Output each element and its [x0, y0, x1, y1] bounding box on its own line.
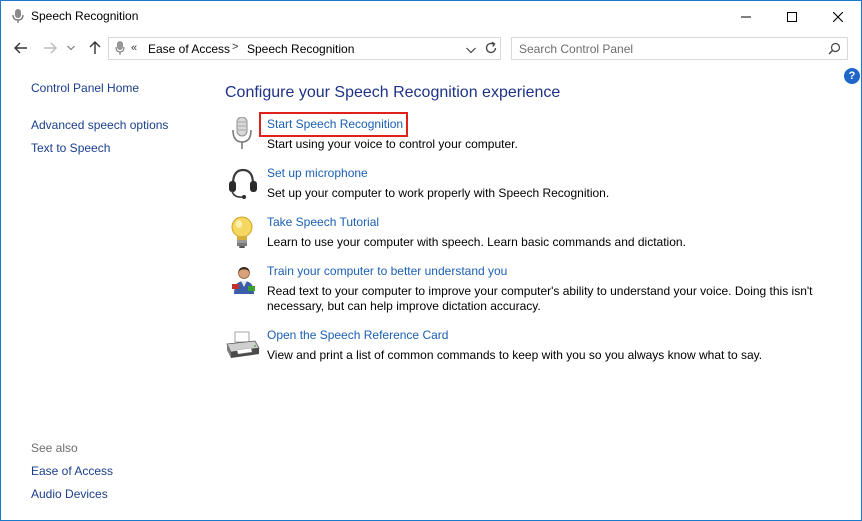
help-button[interactable]: ? — [844, 68, 860, 84]
see-also-ease-of-access-link[interactable]: Ease of Access — [31, 464, 113, 478]
task-description: Start using your voice to control your c… — [267, 137, 518, 151]
breadcrumb-overflow[interactable]: « — [131, 42, 137, 54]
see-also-audio-devices-link[interactable]: Audio Devices — [31, 487, 108, 501]
back-arrow-icon — [14, 42, 27, 54]
advanced-speech-options-link[interactable]: Advanced speech options — [31, 118, 168, 132]
highlight-box — [259, 112, 408, 137]
forward-arrow-icon — [44, 42, 57, 54]
control-panel-home-link[interactable]: Control Panel Home — [31, 81, 139, 95]
search-input[interactable] — [512, 38, 822, 59]
up-arrow-icon — [89, 41, 101, 54]
breadcrumb-speech-recognition[interactable]: Speech Recognition — [247, 42, 354, 56]
recent-locations-button[interactable] — [65, 39, 77, 57]
set-up-microphone-link[interactable]: Set up microphone — [267, 166, 368, 180]
maximize-button[interactable] — [769, 1, 815, 32]
task-description: View and print a list of common commands… — [267, 348, 763, 362]
minimize-icon — [741, 16, 751, 17]
close-icon — [833, 11, 843, 22]
headset-icon — [225, 166, 261, 202]
task-description: Read text to your computer to improve yo… — [267, 284, 813, 313]
train-computer-link[interactable]: Train your computer to better understand… — [267, 264, 507, 278]
take-speech-tutorial-link[interactable]: Take Speech Tutorial — [267, 215, 379, 229]
forward-button[interactable] — [41, 39, 59, 57]
address-dropdown-icon[interactable] — [466, 43, 476, 57]
user-train-icon — [225, 264, 261, 300]
speech-reference-card-link[interactable]: Open the Speech Reference Card — [267, 328, 448, 342]
text-to-speech-link[interactable]: Text to Speech — [31, 141, 110, 155]
microphone-icon — [225, 116, 261, 153]
page-title: Configure your Speech Recognition experi… — [225, 84, 561, 101]
refresh-icon[interactable] — [484, 41, 498, 58]
see-also-heading: See also — [31, 441, 78, 455]
up-button[interactable] — [86, 39, 104, 57]
breadcrumb-separator[interactable]: > — [232, 41, 238, 53]
title-bar[interactable]: Speech Recognition — [1, 1, 861, 32]
maximize-icon — [787, 11, 797, 22]
task-description: Learn to use your computer with speech. … — [267, 235, 686, 249]
navigation-bar: « Ease of Access > Speech Recognition — [1, 32, 861, 66]
window-title: Speech Recognition — [31, 9, 139, 23]
breadcrumb-ease-of-access[interactable]: Ease of Access — [148, 42, 230, 56]
back-button[interactable] — [12, 39, 30, 57]
minimize-button[interactable] — [723, 1, 769, 32]
task-description: Set up your computer to work properly wi… — [267, 186, 610, 200]
printer-icon — [225, 328, 261, 364]
microphone-app-icon — [11, 8, 25, 24]
close-button[interactable] — [815, 1, 861, 32]
window: Speech Recognition « Ease of Access > Sp… — [0, 0, 862, 521]
chevron-down-icon — [67, 45, 75, 51]
search-icon[interactable] — [828, 42, 841, 58]
search-box[interactable] — [511, 37, 848, 60]
microphone-location-icon — [115, 41, 125, 59]
address-bar[interactable]: « Ease of Access > Speech Recognition — [108, 37, 501, 60]
lightbulb-icon — [225, 215, 261, 251]
